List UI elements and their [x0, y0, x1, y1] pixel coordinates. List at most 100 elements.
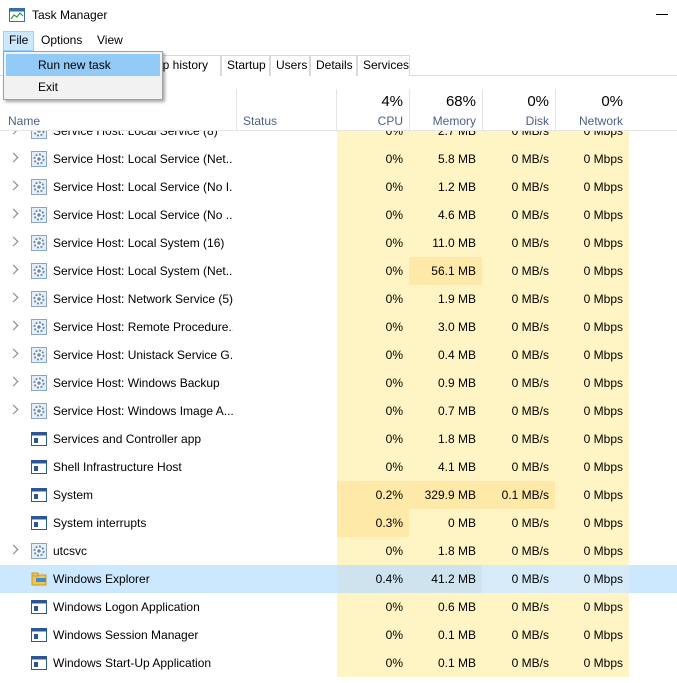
process-name: Windows Logon Application	[53, 600, 200, 614]
process-row[interactable]: Service Host: Local System (Net... 0% 56.1…	[0, 257, 677, 285]
process-row[interactable]: Service Host: Local Service (Net... 0% 5.8…	[0, 145, 677, 173]
cpu-value: 0.3%	[337, 509, 409, 537]
chevron-right-icon[interactable]	[8, 320, 19, 331]
chevron-right-icon[interactable]	[8, 131, 19, 135]
process-row[interactable]: Service Host: Unistack Service G... 0% 0.4…	[0, 341, 677, 369]
network-value: 0 Mbps	[555, 565, 629, 593]
window-app-icon	[31, 516, 47, 530]
process-row[interactable]: Service Host: Network Service (5) 0% 1.9 M…	[0, 285, 677, 313]
process-row[interactable]: Service Host: Local Service (No I... 0% 1.…	[0, 173, 677, 201]
menu-view[interactable]: View	[91, 31, 129, 51]
disk-value: 0 MB/s	[482, 509, 555, 537]
process-name: Service Host: Local Service (8)	[53, 131, 218, 138]
network-value: 0 Mbps	[555, 649, 629, 677]
chevron-right-icon[interactable]	[8, 236, 19, 247]
menu-options[interactable]: Options	[35, 31, 88, 51]
cpu-value: 0%	[337, 621, 409, 649]
column-name[interactable]: Name	[8, 114, 40, 128]
network-value: 0 Mbps	[555, 257, 629, 285]
minimize-button[interactable]	[656, 14, 668, 15]
disk-value: 0 MB/s	[482, 173, 555, 201]
process-row[interactable]: Service Host: Local Service (8) 0% 2.7 MB 0…	[0, 131, 677, 145]
network-label: Network	[578, 114, 623, 128]
cpu-value: 0%	[337, 229, 409, 257]
disk-value: 0 MB/s	[482, 285, 555, 313]
window-app-icon	[31, 656, 47, 670]
process-row[interactable]: Services and Controller app 0% 1.8 MB 0 MB/…	[0, 425, 677, 453]
process-row[interactable]: utcsvc 0% 1.8 MB 0 MB/s 0 Mbps	[0, 537, 677, 565]
tab-services[interactable]: Services	[357, 55, 410, 76]
run-new-task-menu-item[interactable]: Run new task	[6, 54, 160, 76]
chevron-right-icon[interactable]	[8, 208, 19, 219]
disk-value: 0 MB/s	[482, 369, 555, 397]
cpu-label: CPU	[377, 114, 403, 128]
memory-value: 4.1 MB	[409, 453, 482, 481]
memory-value: 0.1 MB	[409, 621, 482, 649]
column-status[interactable]: Status	[243, 114, 277, 128]
chevron-right-icon[interactable]	[8, 544, 19, 555]
memory-total: 68%	[445, 93, 476, 110]
cpu-value: 0%	[337, 537, 409, 565]
memory-value: 0 MB	[409, 509, 482, 537]
cpu-value: 0%	[337, 173, 409, 201]
process-name: Windows Start-Up Application	[53, 656, 212, 670]
tab-details[interactable]: Details	[310, 55, 357, 76]
process-row[interactable]: Service Host: Windows Backup 0% 0.9 MB 0 MB…	[0, 369, 677, 397]
tab-users[interactable]: Users	[270, 55, 310, 76]
chevron-right-icon[interactable]	[8, 348, 19, 359]
process-name: Services and Controller app	[53, 432, 202, 446]
process-row[interactable]: Service Host: Windows Image A... 0% 0.7 MB…	[0, 397, 677, 425]
disk-value: 0 MB/s	[482, 229, 555, 257]
disk-value: 0 MB/s	[482, 145, 555, 173]
menu-file[interactable]: File	[3, 31, 34, 51]
process-row[interactable]: Service Host: Local Service (No ... 0% 4.6…	[0, 201, 677, 229]
disk-value: 0 MB/s	[482, 537, 555, 565]
chevron-right-icon[interactable]	[8, 180, 19, 191]
exit-menu-item[interactable]: Exit	[6, 76, 160, 98]
disk-value: 0 MB/s	[482, 131, 555, 145]
process-row[interactable]: System 0.2% 329.9 MB 0.1 MB/s 0 Mbps	[0, 481, 677, 509]
process-name: Service Host: Local System (Net...	[53, 264, 233, 278]
process-name: Service Host: Windows Backup	[53, 376, 220, 390]
memory-value: 41.2 MB	[409, 565, 482, 593]
column-memory[interactable]: 68% Memory	[409, 77, 482, 130]
disk-value: 0 MB/s	[482, 565, 555, 593]
chevron-right-icon[interactable]	[8, 404, 19, 415]
chevron-right-icon[interactable]	[8, 152, 19, 163]
gear-icon	[31, 291, 47, 307]
column-network[interactable]: 0% Network	[555, 77, 629, 130]
gear-icon	[31, 375, 47, 391]
column-disk[interactable]: 0% Disk	[482, 77, 555, 130]
memory-value: 1.8 MB	[409, 537, 482, 565]
process-row[interactable]: Windows Explorer 0.4% 41.2 MB 0 MB/s 0 Mbps	[0, 565, 677, 593]
network-value: 0 Mbps	[555, 369, 629, 397]
memory-value: 3.0 MB	[409, 313, 482, 341]
process-row[interactable]: Windows Session Manager 0% 0.1 MB 0 MB/s 0 M…	[0, 621, 677, 649]
process-row[interactable]: System interrupts 0.3% 0 MB 0 MB/s 0 Mbps	[0, 509, 677, 537]
process-list: Service Host: Local Service (8) 0% 2.7 MB 0…	[0, 131, 677, 683]
tab-startup[interactable]: Startup	[221, 55, 270, 76]
chevron-right-icon[interactable]	[8, 376, 19, 387]
chevron-right-icon[interactable]	[8, 292, 19, 303]
gear-icon	[31, 263, 47, 279]
memory-value: 329.9 MB	[409, 481, 482, 509]
process-row[interactable]: Service Host: Remote Procedure... 0% 3.0 M…	[0, 313, 677, 341]
memory-value: 2.7 MB	[409, 131, 482, 145]
process-row[interactable]: Windows Logon Application 0% 0.6 MB 0 MB/s 0…	[0, 593, 677, 621]
title-bar: Task Manager	[0, 0, 677, 31]
disk-label: Disk	[525, 114, 549, 128]
process-name: Service Host: Remote Procedure...	[53, 320, 233, 334]
process-row[interactable]: Windows Start-Up Application 0% 0.1 MB 0 MB…	[0, 649, 677, 677]
disk-value: 0 MB/s	[482, 397, 555, 425]
column-divider[interactable]	[236, 89, 237, 130]
chevron-right-icon[interactable]	[8, 264, 19, 275]
column-cpu[interactable]: 4% CPU	[337, 77, 409, 130]
cpu-value: 0%	[337, 593, 409, 621]
process-row[interactable]: Service Host: Local System (16) 0% 11.0 MB…	[0, 229, 677, 257]
process-name: Service Host: Windows Image A...	[53, 404, 233, 418]
cpu-value: 0%	[337, 649, 409, 677]
network-value: 0 Mbps	[555, 229, 629, 257]
process-row[interactable]: Shell Infrastructure Host 0% 4.1 MB 0 MB/s 0…	[0, 453, 677, 481]
window-app-icon	[31, 488, 47, 502]
network-value: 0 Mbps	[555, 131, 629, 145]
